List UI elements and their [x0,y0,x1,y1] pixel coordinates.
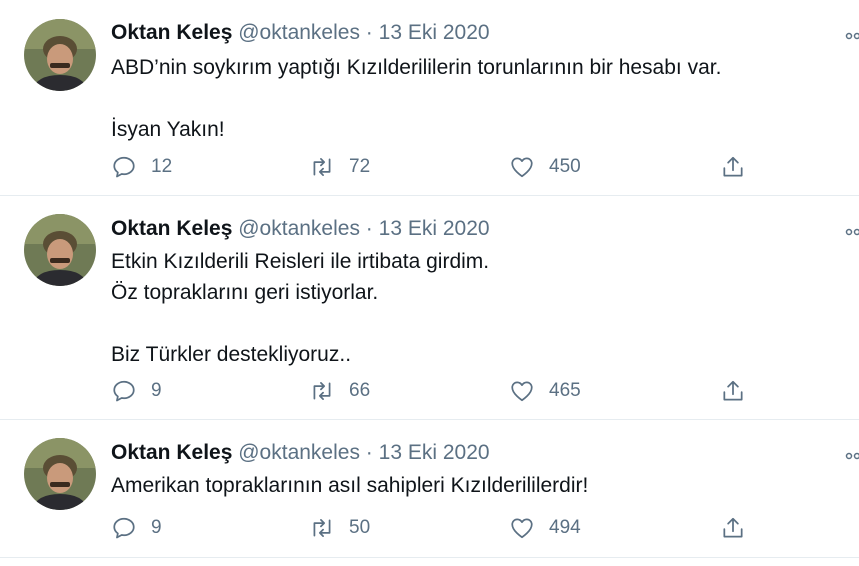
reply-count: 9 [151,380,162,401]
retweet-count: 72 [349,156,371,177]
reply-count: 12 [151,156,173,177]
tweet-date[interactable]: 13 Eki 2020 [379,217,490,240]
avatar[interactable] [24,438,96,510]
author-name[interactable]: Oktan Keleş [111,441,232,464]
tweet-date[interactable]: 13 Eki 2020 [379,441,490,464]
reply-button[interactable]: 9 [111,514,162,542]
author-name[interactable]: Oktan Keleş [111,217,232,240]
tweet[interactable]: Oktan Keleş @oktankeles · 13 Eki 2020 Et… [0,196,859,420]
share-button[interactable] [720,153,746,181]
tweet-text: Etkin Kızılderili Reisleri ile irtibata … [111,250,490,366]
retweet-count: 66 [349,380,371,401]
reply-count: 9 [151,517,162,538]
avatar[interactable] [24,214,96,286]
more-icon[interactable] [845,28,859,40]
heart-icon [511,381,533,402]
reply-button[interactable]: 12 [111,153,172,181]
tweet[interactable]: Oktan Keleş @oktankeles · 13 Eki 2020 Am… [0,420,859,558]
separator: · [365,217,373,240]
tweet-date[interactable]: 13 Eki 2020 [379,21,490,44]
tweet-text: Amerikan topraklarının asıl sahipleri Kı… [111,474,589,497]
retweet-icon [313,519,331,537]
heart-icon [511,157,533,178]
author-name[interactable]: Oktan Keleş [111,21,232,44]
like-count: 465 [549,380,581,401]
share-button[interactable] [720,377,746,405]
more-icon[interactable] [845,224,859,236]
author-handle[interactable]: @oktankeles [238,21,360,44]
retweet-button[interactable]: 72 [309,153,370,181]
reply-icon [113,517,135,539]
avatar[interactable] [24,19,96,91]
tweet-actions: 12 72 450 [111,153,761,181]
share-button[interactable] [720,514,746,542]
tweet-header: Oktan Keleş @oktankeles · 13 Eki 2020 [111,440,490,466]
author-handle[interactable]: @oktankeles [238,217,360,240]
like-button[interactable]: 494 [509,514,581,542]
like-button[interactable]: 450 [509,153,581,181]
separator: · [365,21,373,44]
share-icon [723,380,743,401]
reply-icon [113,380,135,402]
tweet-header: Oktan Keleş @oktankeles · 13 Eki 2020 [111,216,490,242]
reply-icon [113,156,135,178]
tweet[interactable]: Oktan Keleş @oktankeles · 13 Eki 2020 AB… [0,0,859,196]
like-count: 450 [549,156,581,177]
like-count: 494 [549,517,581,538]
separator: · [365,441,373,464]
author-handle[interactable]: @oktankeles [238,441,360,464]
tweet-text: ABD’nin soykırım yaptığı Kızılderilileri… [111,56,722,141]
retweet-icon [313,158,331,176]
tweet-actions: 9 50 494 [111,514,761,542]
like-button[interactable]: 465 [509,377,581,405]
tweet-header: Oktan Keleş @oktankeles · 13 Eki 2020 [111,20,490,46]
retweet-button[interactable]: 50 [309,514,370,542]
retweet-icon [313,382,331,400]
more-icon[interactable] [845,448,859,460]
reply-button[interactable]: 9 [111,377,162,405]
retweet-button[interactable]: 66 [309,377,370,405]
heart-icon [511,518,533,539]
tweet-actions: 9 66 465 [111,377,761,405]
retweet-count: 50 [349,517,371,538]
share-icon [723,517,743,538]
share-icon [723,156,743,177]
